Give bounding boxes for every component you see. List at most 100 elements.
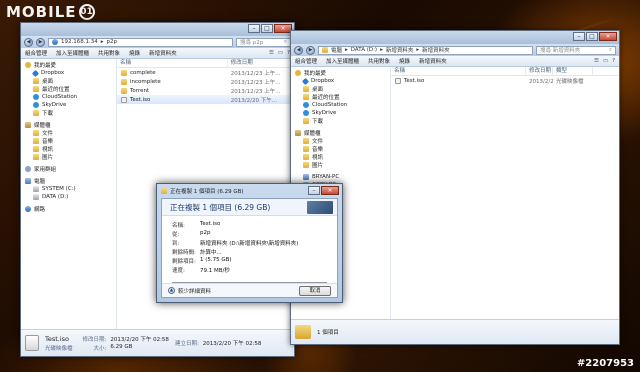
- navigation-bar: ◀ ▶ 電腦 ▸ DATA (D:) ▸ 新增資料夾 ▸ 新增資料夾 搜尋 新增…: [291, 44, 619, 56]
- chevron-up-icon[interactable]: ▲: [168, 287, 175, 294]
- sidebar-item[interactable]: DATA (D:): [25, 193, 116, 201]
- folder-icon: [121, 69, 127, 76]
- cancel-button[interactable]: 取消: [299, 285, 331, 296]
- search-placeholder: 搜尋 p2p: [240, 40, 264, 46]
- sidebar-item[interactable]: CloudStation: [295, 101, 390, 109]
- sidebar-item[interactable]: 音樂: [295, 145, 390, 153]
- add-to-library-button[interactable]: 加入至媒體櫃: [56, 49, 89, 57]
- sidebar-item[interactable]: 圖片: [295, 161, 390, 169]
- file-row[interactable]: Torrent 2013/12/23 上午...: [117, 86, 294, 95]
- sidebar-item[interactable]: 下載: [295, 117, 390, 125]
- sidebar-item[interactable]: 家用群組: [25, 165, 116, 173]
- modified-value: 2013/2/20 下午 02:58: [110, 336, 169, 343]
- file-row[interactable]: incomplete 2013/12/23 上午...: [117, 77, 294, 86]
- column-date[interactable]: 修改日期: [526, 67, 553, 75]
- search-input[interactable]: 搜尋 p2p ⌕: [236, 37, 291, 47]
- organize-button[interactable]: 組合管理: [25, 49, 47, 57]
- minimize-button[interactable]: –: [573, 32, 585, 41]
- breadcrumb-item[interactable]: 新增資料夾: [386, 47, 414, 54]
- new-folder-button[interactable]: 新增資料夾: [149, 49, 177, 57]
- drive-icon: [33, 186, 39, 192]
- forward-arrow-icon[interactable]: ▶: [306, 45, 315, 55]
- search-icon[interactable]: ⌕: [284, 39, 287, 46]
- view-options-icon[interactable]: ☰: [594, 58, 599, 64]
- file-name-cell: complete: [117, 69, 228, 76]
- maximize-button[interactable]: □: [586, 32, 598, 41]
- sidebar-item[interactable]: 音樂: [25, 137, 116, 145]
- forward-arrow-icon[interactable]: ▶: [36, 37, 45, 47]
- share-with-button[interactable]: 共用對象: [368, 57, 390, 65]
- detail-value: Test.iso: [200, 221, 221, 227]
- title-bar[interactable]: – □ ×: [21, 23, 294, 36]
- column-date[interactable]: 修改日期: [228, 59, 294, 67]
- view-options-icon[interactable]: ☰: [269, 50, 274, 56]
- sidebar-item[interactable]: 我的最愛: [25, 61, 116, 69]
- title-bar[interactable]: – □ ×: [291, 31, 619, 44]
- sidebar-item[interactable]: 我的最愛: [295, 69, 390, 77]
- back-arrow-icon[interactable]: ◀: [24, 37, 33, 47]
- search-icon[interactable]: ⌕: [609, 47, 612, 54]
- sidebar-item[interactable]: 桌面: [295, 85, 390, 93]
- sidebar-item[interactable]: 下載: [25, 109, 116, 117]
- sidebar-item[interactable]: 視訊: [25, 145, 116, 153]
- sidebar-item-label: 視訊: [312, 155, 324, 161]
- sidebar-item-label: 圖片: [312, 163, 324, 169]
- sidebar-item[interactable]: Dropbox: [295, 77, 390, 85]
- dialog-heading: 正在複製 1 個項目 (6.29 GB): [170, 202, 271, 212]
- file-icon: [395, 77, 401, 84]
- sidebar-item[interactable]: BRYAN-PC: [295, 173, 390, 181]
- sidebar-item[interactable]: 媒體櫃: [295, 129, 390, 137]
- copy-progress-dialog[interactable]: 正在複製 1 個項目 (6.29 GB) – × 正在複製 1 個項目 (6.2…: [156, 183, 343, 303]
- close-button[interactable]: ×: [321, 186, 339, 195]
- sidebar-item[interactable]: 最近的位置: [295, 93, 390, 101]
- share-with-button[interactable]: 共用對象: [98, 49, 120, 57]
- created-value: 2013/2/20 下午 02:58: [202, 341, 262, 347]
- breadcrumb-item[interactable]: DATA (D:): [351, 47, 377, 53]
- sidebar-item[interactable]: 媒體櫃: [25, 121, 116, 129]
- search-input[interactable]: 搜尋 新增資料夾 ⌕: [536, 45, 616, 55]
- new-folder-button[interactable]: 新增資料夾: [419, 57, 447, 65]
- file-name: Test.iso: [404, 77, 425, 84]
- music-icon: [33, 138, 39, 144]
- sidebar-item[interactable]: 視訊: [295, 153, 390, 161]
- close-button[interactable]: ×: [599, 32, 617, 41]
- detail-key: 名稱:: [172, 223, 185, 229]
- help-icon[interactable]: ?: [612, 58, 615, 64]
- address-bar[interactable]: 電腦 ▸ DATA (D:) ▸ 新增資料夾 ▸ 新增資料夾: [318, 45, 533, 55]
- sidebar-item[interactable]: 圖片: [25, 153, 116, 161]
- back-arrow-icon[interactable]: ◀: [294, 45, 303, 55]
- sidebar-item[interactable]: Dropbox: [25, 69, 116, 77]
- sidebar-item[interactable]: CloudStation: [25, 93, 116, 101]
- burn-button[interactable]: 燒錄: [399, 57, 410, 65]
- sidebar-item[interactable]: SYSTEM (C:): [25, 185, 116, 193]
- less-details-toggle[interactable]: ▲ 較少詳細資料: [168, 287, 211, 295]
- burn-button[interactable]: 燒錄: [129, 49, 140, 57]
- minimize-button[interactable]: –: [248, 24, 260, 33]
- breadcrumb-item[interactable]: p2p: [107, 39, 117, 45]
- file-row[interactable]: complete 2013/12/23 上午...: [117, 68, 294, 77]
- sidebar-item[interactable]: 電腦: [25, 177, 116, 185]
- sidebar-item[interactable]: 最近的位置: [25, 85, 116, 93]
- sidebar-item[interactable]: 桌面: [25, 77, 116, 85]
- column-name[interactable]: 名稱: [391, 67, 526, 75]
- video-icon: [33, 146, 39, 152]
- preview-pane-icon[interactable]: ▭: [278, 50, 283, 56]
- sidebar-item[interactable]: 文件: [295, 137, 390, 145]
- column-name[interactable]: 名稱: [117, 59, 228, 67]
- sidebar-item[interactable]: 網路: [25, 205, 116, 213]
- breadcrumb-item[interactable]: 電腦: [331, 47, 342, 54]
- preview-pane-icon[interactable]: ▭: [603, 58, 608, 64]
- file-row[interactable]: Test.iso 2013/2/20 下午...光碟映像檔: [391, 76, 619, 85]
- sidebar-item[interactable]: SkyDrive: [25, 101, 116, 109]
- file-row[interactable]: Test.iso 2013/2/20 下午...: [117, 95, 294, 104]
- breadcrumb-item[interactable]: 192.168.1.34: [61, 39, 98, 45]
- minimize-button[interactable]: –: [308, 186, 320, 195]
- maximize-button[interactable]: □: [261, 24, 273, 33]
- breadcrumb-item[interactable]: 新增資料夾: [422, 47, 450, 54]
- add-to-library-button[interactable]: 加入至媒體櫃: [326, 57, 359, 65]
- sidebar-item[interactable]: 文件: [25, 129, 116, 137]
- organize-button[interactable]: 組合管理: [295, 57, 317, 65]
- address-bar[interactable]: 192.168.1.34 ▸ p2p: [48, 37, 233, 47]
- sidebar-item[interactable]: SkyDrive: [295, 109, 390, 117]
- column-type[interactable]: 類型: [553, 67, 593, 75]
